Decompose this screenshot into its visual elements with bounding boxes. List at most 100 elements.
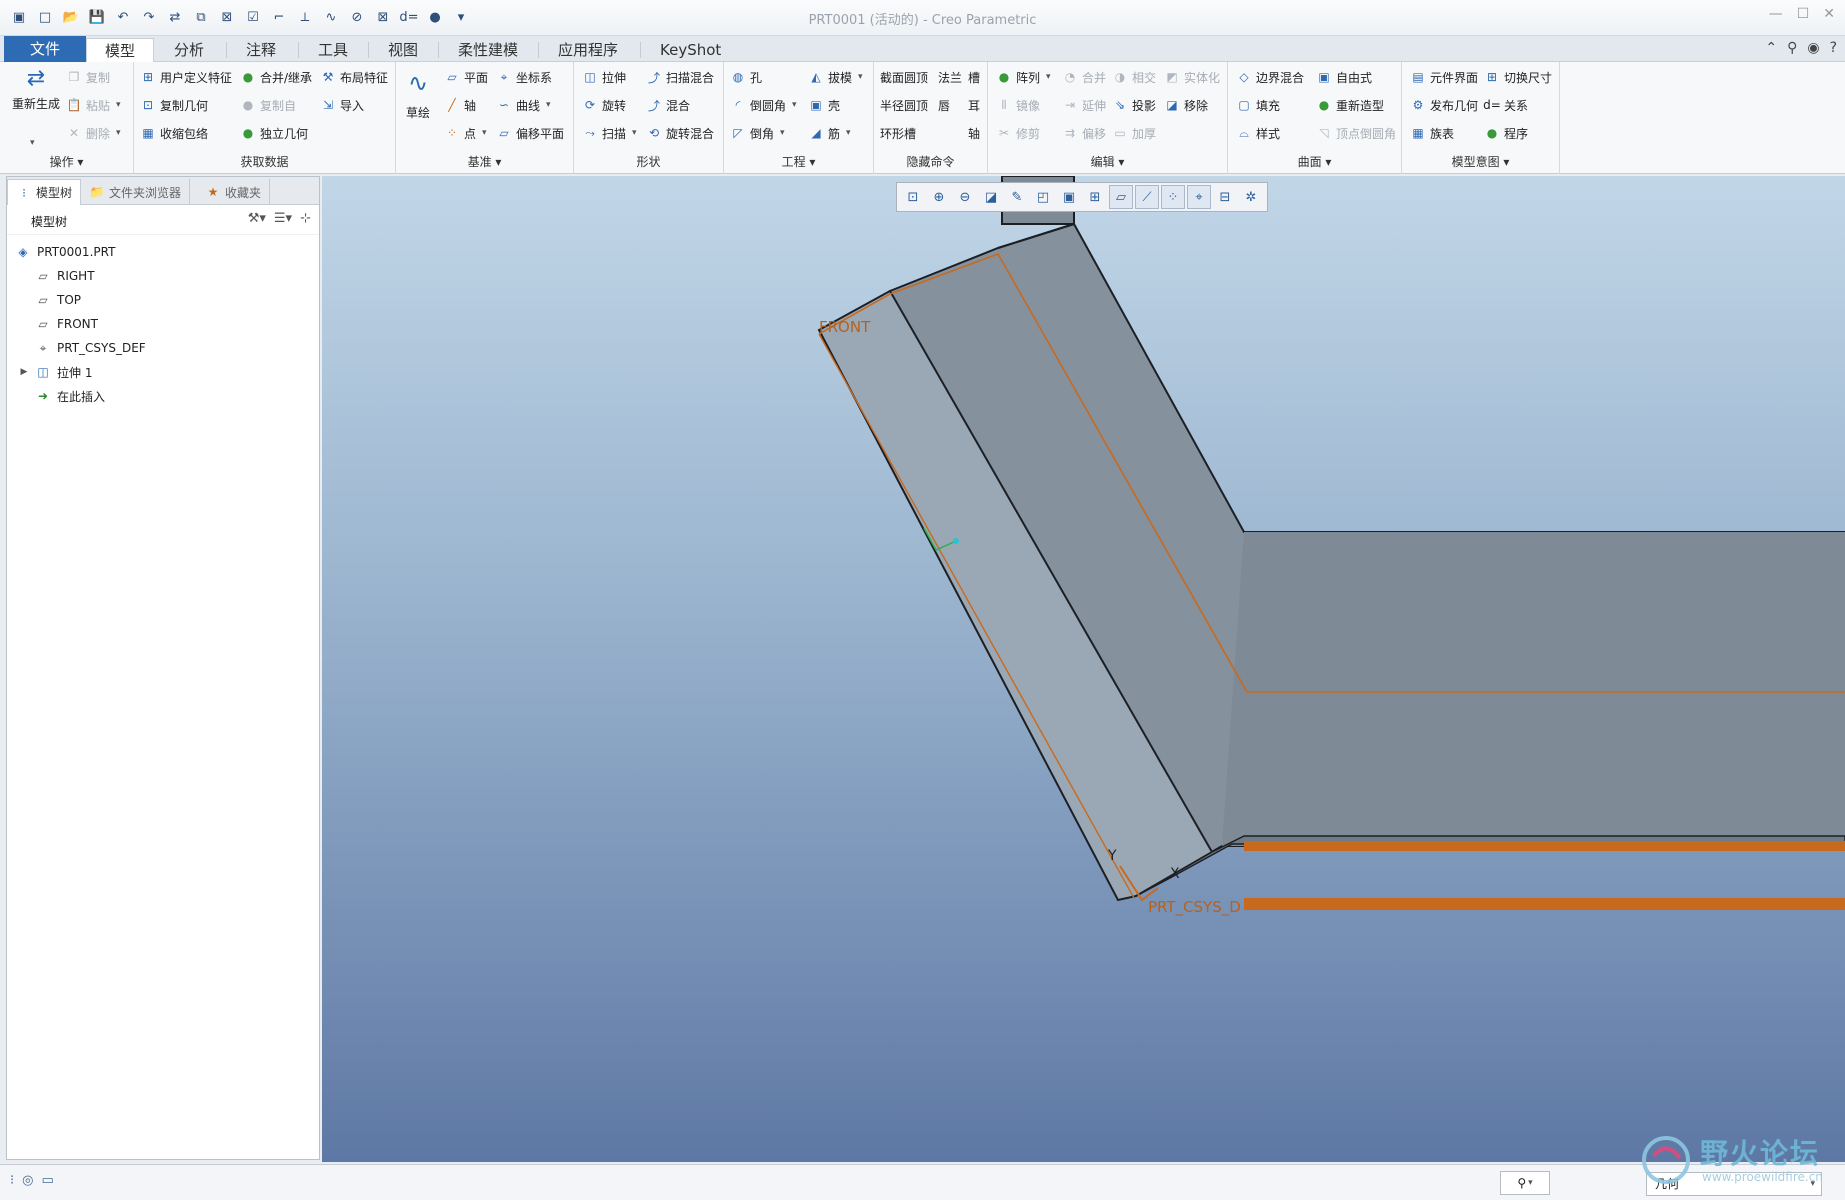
ear-button[interactable]: 耳 (968, 94, 980, 116)
annotation-display-icon[interactable]: ⊟ (1213, 185, 1237, 209)
tab-file[interactable]: 文件 (4, 36, 87, 62)
front-label[interactable]: FRONT (819, 318, 870, 336)
model-geometry[interactable] (322, 176, 1845, 1162)
tab-annotate[interactable]: 注释 (228, 38, 294, 62)
shrinkwrap-button[interactable]: ▦ 收缩包络 (140, 122, 208, 144)
group-label-surfaces[interactable]: 曲面 ▾ (1228, 152, 1401, 172)
tree-item-top[interactable]: ▱ TOP (35, 289, 81, 311)
freestyle-button[interactable]: ▣ 自由式 (1316, 66, 1372, 88)
selection-tools[interactable]: ⚲ ▾ (1500, 1171, 1550, 1195)
layout-feature-button[interactable]: ⚒ 布局特征 (320, 66, 388, 88)
pattern-button[interactable]: ● 阵列 ▾ (996, 66, 1051, 88)
section-dome-button[interactable]: 截面圆顶 (880, 66, 928, 88)
reorient-icon[interactable]: ✎ (1005, 185, 1029, 209)
switch-dimensions-button[interactable]: ⊞ 切换尺寸 (1484, 66, 1552, 88)
rotational-blend-button[interactable]: ⟲ 旋转混合 (646, 122, 714, 144)
sketch-button[interactable]: ∿ 草绘 (402, 66, 434, 126)
delete-button[interactable]: ✕ 删除 ▾ (66, 122, 121, 144)
tab-view[interactable]: 视图 (370, 38, 436, 62)
regenerate-button[interactable]: ⇄ 重新生成 (12, 66, 60, 111)
tree-item-insert-here[interactable]: ➜ 在此插入 (35, 385, 105, 407)
close-icon[interactable]: ✕ (1823, 6, 1835, 22)
graphics-window[interactable]: FRONT Y X PRT_CSYS_D ⊡ ⊕ ⊖ ◪ ✎ ◰ ▣ ⊞ ▱ ⟋… (322, 176, 1845, 1162)
group-label-datum[interactable]: 基准 ▾ (396, 152, 573, 172)
mirror-button[interactable]: ⫴ 镜像 (996, 94, 1040, 116)
group-label-operations[interactable]: 操作 ▾ (0, 152, 133, 172)
rib-button[interactable]: ◢ 筋 ▾ (808, 122, 850, 144)
udf-button[interactable]: ⊞ 用户定义特征 (140, 66, 232, 88)
navigator-toggle-icon[interactable]: ⁝ (10, 1173, 14, 1188)
style-button[interactable]: ⌓ 样式 (1236, 122, 1280, 144)
tree-item-csys[interactable]: ⌖ PRT_CSYS_DEF (35, 337, 146, 359)
copy-from-button[interactable]: ● 复制自 (240, 94, 296, 116)
extend-button[interactable]: ⇥ 延伸 (1062, 94, 1106, 116)
intersect-button[interactable]: ◑ 相交 (1112, 66, 1156, 88)
community-icon[interactable]: ◉ (1807, 40, 1819, 56)
spin-center-icon[interactable]: ✲ (1239, 185, 1263, 209)
zoom-in-icon[interactable]: ⊕ (927, 185, 951, 209)
axis-display-icon[interactable]: ⟋ (1135, 185, 1159, 209)
slot-button[interactable]: 槽 (968, 66, 980, 88)
swept-blend-button[interactable]: ⤴ 扫描混合 (646, 66, 714, 88)
copy-geometry-button[interactable]: ⊡ 复制几何 (140, 94, 208, 116)
blend-button[interactable]: ⤴ 混合 (646, 94, 690, 116)
repaint-icon[interactable]: ◪ (979, 185, 1003, 209)
extrude-button[interactable]: ◫ 拉伸 (582, 66, 626, 88)
point-display-icon[interactable]: ⁘ (1161, 185, 1185, 209)
csys-label[interactable]: PRT_CSYS_D (1148, 898, 1241, 916)
project-button[interactable]: ⇘ 投影 (1112, 94, 1156, 116)
boundary-blend-button[interactable]: ◇ 边界混合 (1236, 66, 1304, 88)
restyle-button[interactable]: ● 重新造型 (1316, 94, 1384, 116)
search-icon[interactable]: ⚲ (1787, 40, 1797, 56)
component-interface-button[interactable]: ▤ 元件界面 (1410, 66, 1478, 88)
copy-button[interactable]: ❐ 复制 (66, 66, 110, 88)
tab-flexible-modeling[interactable]: 柔性建模 (440, 38, 536, 62)
offset-plane-button[interactable]: ▱ 偏移平面 (496, 122, 564, 144)
tab-applications[interactable]: 应用程序 (540, 38, 636, 62)
tab-analysis[interactable]: 分析 (156, 38, 222, 62)
merge-button[interactable]: ◔ 合并 (1062, 66, 1106, 88)
tree-item-front[interactable]: ▱ FRONT (35, 313, 98, 335)
group-label-editing[interactable]: 编辑 ▾ (988, 152, 1227, 172)
tree-filter-icon[interactable]: ⊹ (300, 211, 311, 226)
flange-button[interactable]: 法兰 (938, 66, 962, 88)
browser-toggle-icon[interactable]: ◎ (22, 1173, 33, 1188)
tree-settings-icon[interactable]: ⚒▾ (248, 211, 266, 226)
toroidal-groove-button[interactable]: 环形槽 (880, 122, 916, 144)
tab-keyshot[interactable]: KeyShot (642, 38, 739, 62)
collapse-ribbon-icon[interactable]: ⌃ (1765, 40, 1777, 56)
shaft-button[interactable]: 轴 (968, 122, 980, 144)
tab-favorites[interactable]: ★ 收藏夹 (197, 179, 271, 205)
program-button[interactable]: ● 程序 (1484, 122, 1528, 144)
csys-button[interactable]: ⌖ 坐标系 (496, 66, 552, 88)
curve-button[interactable]: ∽ 曲线 ▾ (496, 94, 551, 116)
fill-button[interactable]: ▢ 填充 (1236, 94, 1280, 116)
refit-icon[interactable]: ⊡ (901, 185, 925, 209)
relations-button[interactable]: d= 关系 (1483, 94, 1528, 116)
tree-item-part[interactable]: ◈ PRT0001.PRT (15, 241, 115, 263)
revolve-button[interactable]: ⟳ 旋转 (582, 94, 626, 116)
tree-item-right[interactable]: ▱ RIGHT (35, 265, 94, 287)
plane-button[interactable]: ▱ 平面 (444, 66, 488, 88)
radius-dome-button[interactable]: 半径圆顶 (880, 94, 928, 116)
thicken-button[interactable]: ▭ 加厚 (1112, 122, 1156, 144)
help-icon[interactable]: ? (1830, 40, 1837, 56)
chamfer-button[interactable]: ◸ 倒角 ▾ (730, 122, 784, 144)
arm-face[interactable] (1222, 532, 1845, 846)
point-button[interactable]: ⁘ 点 ▾ (444, 122, 487, 144)
sweep-button[interactable]: ⤳ 扫描 ▾ (582, 122, 636, 144)
tab-model[interactable]: 模型 (86, 38, 155, 63)
tab-folder-browser[interactable]: 📁 文件夹浏览器 (81, 179, 191, 205)
csys-datum-plane[interactable] (1244, 898, 1845, 910)
family-table-button[interactable]: ▦ 族表 (1410, 122, 1454, 144)
publish-geometry-button[interactable]: ⚙ 发布几何 (1410, 94, 1478, 116)
saved-views-icon[interactable]: ▣ (1057, 185, 1081, 209)
paste-button[interactable]: 📋 粘贴 ▾ (66, 94, 121, 116)
lip-button[interactable]: 唇 (938, 94, 950, 116)
shell-button[interactable]: ▣ 壳 (808, 94, 840, 116)
merge-inherit-button[interactable]: ● 合并/继承 (240, 66, 312, 88)
independent-geometry-button[interactable]: ● 独立几何 (240, 122, 308, 144)
maximize-icon[interactable]: ☐ (1797, 6, 1810, 22)
minimize-icon[interactable]: — (1769, 6, 1783, 22)
vertex-round-button[interactable]: ◹ 顶点倒圆角 (1316, 122, 1396, 144)
